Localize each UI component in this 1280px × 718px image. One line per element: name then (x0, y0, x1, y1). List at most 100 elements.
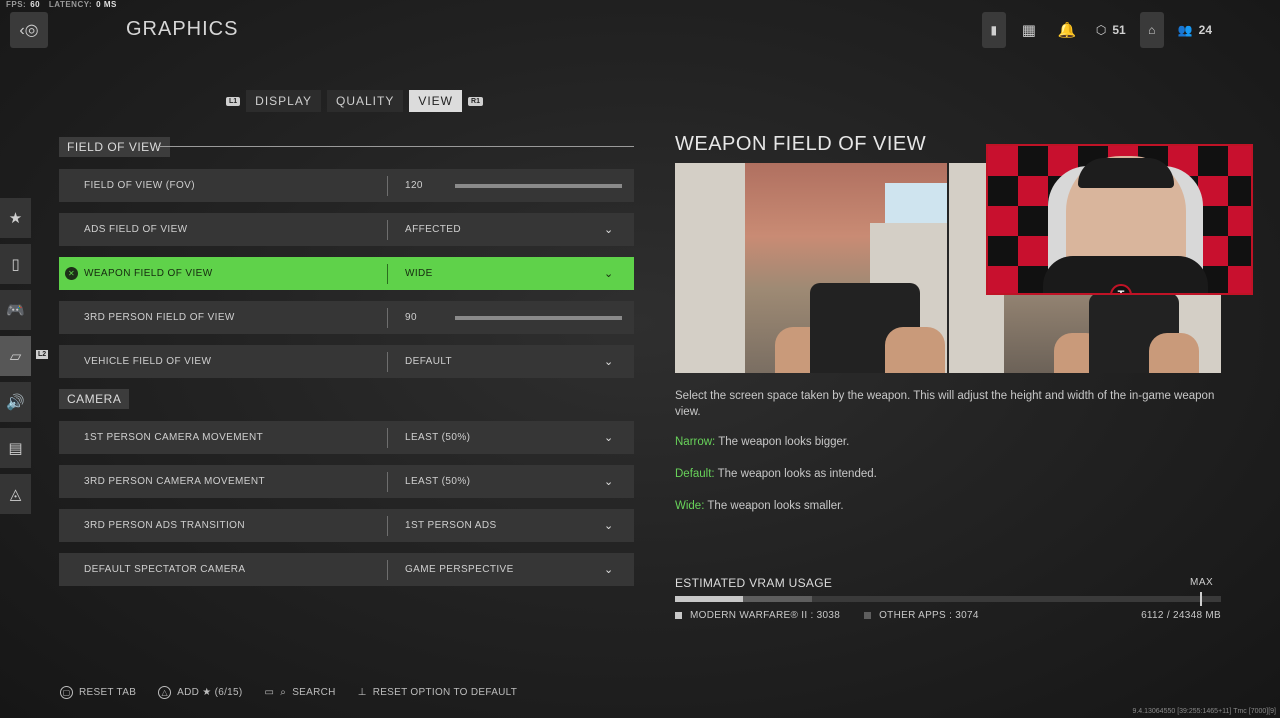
setting-row-vehicle-fov[interactable]: VEHICLE FIELD OF VIEW DEFAULT ⌄ (59, 345, 634, 378)
search-button[interactable]: ▭ ⌕ SEARCH (265, 686, 336, 699)
triangle-button-icon: △ (158, 686, 172, 699)
setting-row-ads-transition[interactable]: 3RD PERSON ADS TRANSITION 1ST PERSON ADS… (59, 509, 634, 542)
chevron-down-icon[interactable]: ⌄ (604, 267, 634, 280)
tab-display[interactable]: DISPLAY (246, 90, 321, 112)
setting-label: 3RD PERSON CAMERA MOVEMENT (84, 476, 265, 487)
section-field-of-view: FIELD OF VIEW (59, 137, 170, 157)
chevron-down-icon[interactable]: ⌄ (604, 431, 634, 444)
chevron-down-icon[interactable]: ⌄ (604, 563, 634, 576)
webcam-overlay: T (986, 144, 1253, 295)
chevron-down-icon[interactable]: ⌄ (604, 223, 634, 236)
grid-icon: ▦ (1021, 22, 1036, 39)
left-bumper-hint: L1 (226, 96, 241, 106)
vram-max-label: MAX (1190, 577, 1214, 588)
setting-value: LEAST (50%) (405, 476, 471, 487)
setting-label: ADS FIELD OF VIEW (84, 224, 188, 235)
vram-total: 6112 / 24348 MB (1141, 610, 1221, 621)
star-icon: ★ (8, 210, 23, 227)
section-title: CAMERA (59, 389, 130, 409)
mic-button[interactable]: ▮ (981, 12, 1006, 48)
setting-row-3rd-person-camera[interactable]: 3RD PERSON CAMERA MOVEMENT LEAST (50%) ⌄ (59, 465, 634, 498)
vram-legend: MODERN WARFARE® II : 3038 OTHER APPS : 3… (675, 610, 1221, 621)
back-button[interactable]: ‹◎ (10, 12, 48, 48)
right-bumper-hint: R1 (468, 96, 483, 106)
sidebar-item-favorites[interactable]: ★ (0, 198, 31, 238)
reset-option-button[interactable]: ⊥ RESET OPTION TO DEFAULT (358, 686, 518, 699)
setting-row-3rd-person-fov[interactable]: 3RD PERSON FIELD OF VIEW 90 (59, 301, 634, 334)
option-key: Wide: (675, 500, 705, 512)
setting-row-fov[interactable]: FIELD OF VIEW (FOV) 120 (59, 169, 634, 202)
chevron-down-icon[interactable]: ⌄ (604, 519, 634, 532)
detail-title: WEAPON FIELD OF VIEW (675, 133, 927, 155)
setting-label: 3RD PERSON FIELD OF VIEW (84, 312, 235, 323)
notifications-button[interactable]: 🔔 (1052, 12, 1082, 48)
footer-actions: ▢ RESET TAB △ ADD ★ (6/15) ▭ ⌕ SEARCH ⊥ RESET… (60, 686, 517, 699)
slider-fill (455, 183, 622, 188)
section-camera: CAMERA (59, 389, 130, 409)
monitor-icon: ▱ (9, 348, 22, 365)
setting-label: 1ST PERSON CAMERA MOVEMENT (84, 432, 264, 443)
setting-row-1st-person-camera[interactable]: 1ST PERSON CAMERA MOVEMENT LEAST (50%) ⌄ (59, 421, 634, 454)
category-sidebar: ★ ▯ 🎮 ▱ 🔊 ▤ ◬ (0, 198, 31, 520)
sidebar-item-interface[interactable]: ▤ (0, 428, 31, 468)
setting-label: 3RD PERSON ADS TRANSITION (84, 520, 245, 531)
fps-value: 60 (30, 0, 41, 9)
latency-value: 0 MS (96, 0, 117, 9)
party-button[interactable]: 👥 24 (1172, 12, 1218, 48)
player-rank[interactable]: ⬡ 51 (1090, 12, 1132, 48)
option-text: The weapon looks smaller. (704, 500, 844, 512)
mouse-icon: ▯ (11, 256, 20, 273)
vram-other-segment (743, 596, 813, 602)
fps-counter: FPS: 60 LATENCY: 0 MS (6, 0, 123, 9)
reset-tab-button[interactable]: ▢ RESET TAB (60, 686, 136, 699)
profile-icon: ⌂ (1148, 23, 1156, 37)
build-version: 9.4.13064550 [39:255:1465+11] Tmc [7000]… (1132, 708, 1276, 715)
detail-description: Select the screen space taken by the wea… (675, 390, 1215, 418)
sidebar-item-audio[interactable]: 🔊 (0, 382, 31, 422)
setting-row-weapon-fov[interactable]: ✕ WEAPON FIELD OF VIEW WIDE ⌄ (59, 257, 634, 290)
option-default: Default: The weapon looks as intended. (675, 468, 877, 480)
mic-icon: ▮ (990, 23, 998, 37)
option-text: The weapon looks as intended. (714, 468, 877, 480)
preview-narrow (675, 163, 947, 373)
profile-button[interactable]: ⌂ (1139, 12, 1164, 48)
option-key: Default: (675, 468, 715, 480)
setting-label: WEAPON FIELD OF VIEW (84, 268, 213, 279)
setting-label: DEFAULT SPECTATOR CAMERA (84, 564, 246, 575)
vram-legend-mw: MODERN WARFARE® II : 3038 (675, 610, 840, 621)
layout-icon: ▤ (8, 440, 23, 457)
sidebar-item-graphics[interactable]: ▱ (0, 336, 31, 376)
setting-label-wrap: ✕ WEAPON FIELD OF VIEW (59, 267, 387, 280)
cross-button-icon: ✕ (65, 267, 78, 280)
vram-mw-segment (675, 596, 744, 602)
fov-slider[interactable] (455, 183, 622, 188)
setting-value: 120 (405, 180, 423, 191)
setting-label: FIELD OF VIEW (FOV) (84, 180, 195, 191)
rank-value: 51 (1112, 23, 1126, 37)
tab-quality[interactable]: QUALITY (326, 90, 404, 112)
tab-view[interactable]: VIEW (409, 90, 463, 112)
setting-value: DEFAULT (405, 356, 453, 367)
sidebar-item-network[interactable]: ◬ (0, 474, 31, 514)
setting-row-spectator-camera[interactable]: DEFAULT SPECTATOR CAMERA GAME PERSPECTIV… (59, 553, 634, 586)
page-title: GRAPHICS (126, 18, 239, 40)
vram-legend-other: OTHER APPS : 3074 (864, 610, 979, 621)
bell-icon: 🔔 (1057, 22, 1077, 39)
option-wide: Wide: The weapon looks smaller. (675, 500, 844, 512)
gamepad-icon: 🎮 (6, 302, 25, 319)
chevron-down-icon[interactable]: ⌄ (604, 475, 634, 488)
chevron-down-icon[interactable]: ⌄ (604, 355, 634, 368)
section-divider (158, 146, 634, 147)
sidebar-item-controller[interactable]: 🎮 (0, 290, 31, 330)
vram-usage-bar (675, 592, 1221, 606)
setting-row-ads-fov[interactable]: ADS FIELD OF VIEW AFFECTED ⌄ (59, 213, 634, 246)
menu-grid-button[interactable]: ▦ (1014, 12, 1044, 48)
network-icon: ◬ (9, 486, 22, 503)
sidebar-trigger-hint: L2 (36, 350, 49, 359)
stick-button-icon: ⊥ (357, 687, 367, 698)
setting-value: 1ST PERSON ADS (405, 520, 497, 531)
3rd-person-fov-slider[interactable] (455, 315, 622, 320)
sidebar-item-mouse[interactable]: ▯ (0, 244, 31, 284)
add-favorite-button[interactable]: △ ADD ★ (6/15) (158, 686, 242, 699)
section-title: FIELD OF VIEW (59, 137, 170, 157)
